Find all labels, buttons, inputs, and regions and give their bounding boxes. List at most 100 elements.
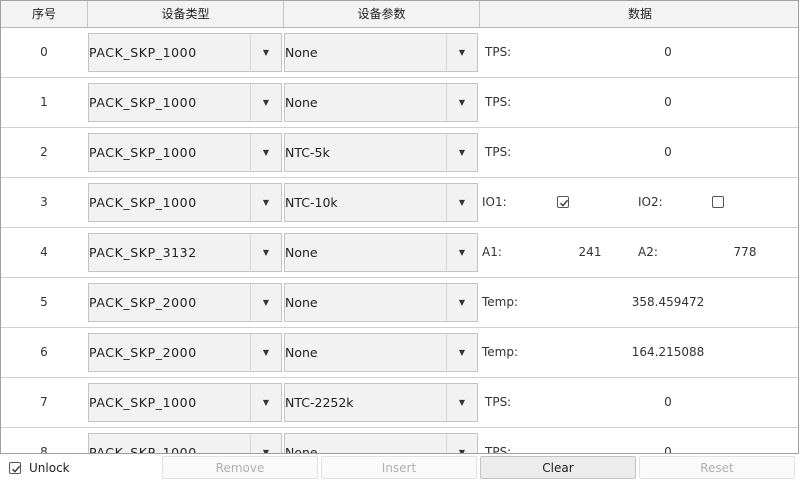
a1-label: A1: [482,245,502,259]
tps-value: 0 [664,95,672,109]
dropdown-arrow-icon[interactable]: ▼ [250,84,281,121]
device-type-value: PACK_SKP_1000 [89,395,197,410]
dropdown-arrow-icon[interactable]: ▼ [446,234,477,271]
device-type-select[interactable]: PACK_SKP_1000 ▼ [88,33,282,72]
device-type-select[interactable]: PACK_SKP_1000 ▼ [88,383,282,422]
tps-label: TPS: [485,445,512,454]
header-device-type: 设备类型 [88,1,284,27]
remove-button[interactable]: Remove [162,456,318,479]
unlock-check-icon[interactable] [9,462,21,474]
device-type-select[interactable]: PACK_SKP_2000 ▼ [88,333,282,372]
device-param-select[interactable]: None ▼ [284,333,478,372]
io1-checkbox[interactable] [557,196,569,208]
device-param-value: NTC-5k [285,145,330,160]
device-param-select[interactable]: None ▼ [284,83,478,122]
dropdown-arrow-icon[interactable]: ▼ [250,434,281,453]
device-type-value: PACK_SKP_1000 [89,45,197,60]
dropdown-arrow-icon[interactable]: ▼ [250,184,281,221]
table-row: 0 PACK_SKP_1000 ▼ None ▼ TPS: 0 [1,28,798,78]
dropdown-arrow-icon[interactable]: ▼ [250,284,281,321]
dropdown-arrow-icon[interactable]: ▼ [446,184,477,221]
tps-label: TPS: [485,395,512,409]
device-param-value: None [285,95,318,110]
device-param-value: None [285,245,318,260]
row-index: 0 [40,45,48,59]
device-type-select[interactable]: PACK_SKP_1000 ▼ [88,133,282,172]
dropdown-arrow-icon[interactable]: ▼ [250,134,281,171]
reset-button[interactable]: Reset [639,456,795,479]
table-row: 3 PACK_SKP_1000 ▼ NTC-10k ▼ IO1: IO2: [1,178,798,228]
io1-label: IO1: [482,195,507,209]
device-type-value: PACK_SKP_1000 [89,95,197,110]
table-row: 8 PACK_SKP_1000 ▼ None ▼ TPS: 0 [1,428,798,454]
io2-checkbox[interactable] [712,196,724,208]
device-type-value: PACK_SKP_1000 [89,445,197,454]
clear-button[interactable]: Clear [480,456,636,479]
dropdown-arrow-icon[interactable]: ▼ [446,434,477,453]
device-param-select[interactable]: NTC-2252k ▼ [284,383,478,422]
insert-button[interactable]: Insert [321,456,477,479]
table-row: 7 PACK_SKP_1000 ▼ NTC-2252k ▼ TPS: 0 [1,378,798,428]
io2-label: IO2: [638,195,663,209]
device-param-value: NTC-2252k [285,395,354,410]
footer-bar: Unlock Remove Insert Clear Reset [0,455,801,481]
tps-value: 0 [664,445,672,454]
device-type-value: PACK_SKP_2000 [89,295,197,310]
device-type-select[interactable]: PACK_SKP_1000 ▼ [88,433,282,454]
dropdown-arrow-icon[interactable]: ▼ [446,84,477,121]
dropdown-arrow-icon[interactable]: ▼ [446,334,477,371]
temp-value: 164.215088 [631,345,705,359]
device-param-value: None [285,45,318,60]
temp-value: 358.459472 [631,295,705,309]
row-index: 2 [40,145,48,159]
dropdown-arrow-icon[interactable]: ▼ [250,234,281,271]
dropdown-arrow-icon[interactable]: ▼ [446,34,477,71]
device-param-value: None [285,445,318,454]
dropdown-arrow-icon[interactable]: ▼ [250,334,281,371]
table-row: 6 PACK_SKP_2000 ▼ None ▼ Temp: 164.215088 [1,328,798,378]
device-param-value: None [285,345,318,360]
table-row: 5 PACK_SKP_2000 ▼ None ▼ Temp: 358.459472 [1,278,798,328]
dropdown-arrow-icon[interactable]: ▼ [250,384,281,421]
row-index: 4 [40,245,48,259]
table-header: 序号 设备类型 设备参数 数据 [1,1,798,28]
table-row: 4 PACK_SKP_3132 ▼ None ▼ A1: 241 A2: 778 [1,228,798,278]
temp-label: Temp: [482,345,519,359]
dropdown-arrow-icon[interactable]: ▼ [446,384,477,421]
tps-label: TPS: [485,45,512,59]
row-index: 3 [40,195,48,209]
device-param-select[interactable]: None ▼ [284,233,478,272]
device-param-select[interactable]: None ▼ [284,433,478,454]
device-param-select[interactable]: None ▼ [284,33,478,72]
row-index: 1 [40,95,48,109]
tps-value: 0 [664,395,672,409]
header-device-param: 设备参数 [284,1,480,27]
table-row: 1 PACK_SKP_1000 ▼ None ▼ TPS: 0 [1,78,798,128]
a2-value: 778 [733,245,757,259]
device-type-select[interactable]: PACK_SKP_1000 ▼ [88,183,282,222]
header-data: 数据 [627,7,652,21]
device-type-value: PACK_SKP_3132 [89,245,197,260]
temp-label: Temp: [482,295,519,309]
dropdown-arrow-icon[interactable]: ▼ [250,34,281,71]
a1-value: 241 [578,245,602,259]
device-type-value: PACK_SKP_1000 [89,145,197,160]
row-index: 5 [40,295,48,309]
device-param-value: NTC-10k [285,195,338,210]
tps-label: TPS: [485,145,512,159]
device-param-select[interactable]: NTC-5k ▼ [284,133,478,172]
device-type-value: PACK_SKP_2000 [89,345,197,360]
header-index: 序号 [1,1,88,27]
tps-value: 0 [664,45,672,59]
device-type-select[interactable]: PACK_SKP_3132 ▼ [88,233,282,272]
table-row: 2 PACK_SKP_1000 ▼ NTC-5k ▼ TPS: 0 [1,128,798,178]
row-index: 8 [40,445,48,454]
device-type-value: PACK_SKP_1000 [89,195,197,210]
device-param-select[interactable]: NTC-10k ▼ [284,183,478,222]
dropdown-arrow-icon[interactable]: ▼ [446,134,477,171]
device-type-select[interactable]: PACK_SKP_1000 ▼ [88,83,282,122]
unlock-label: Unlock [29,461,70,475]
device-type-select[interactable]: PACK_SKP_2000 ▼ [88,283,282,322]
dropdown-arrow-icon[interactable]: ▼ [446,284,477,321]
device-param-select[interactable]: None ▼ [284,283,478,322]
